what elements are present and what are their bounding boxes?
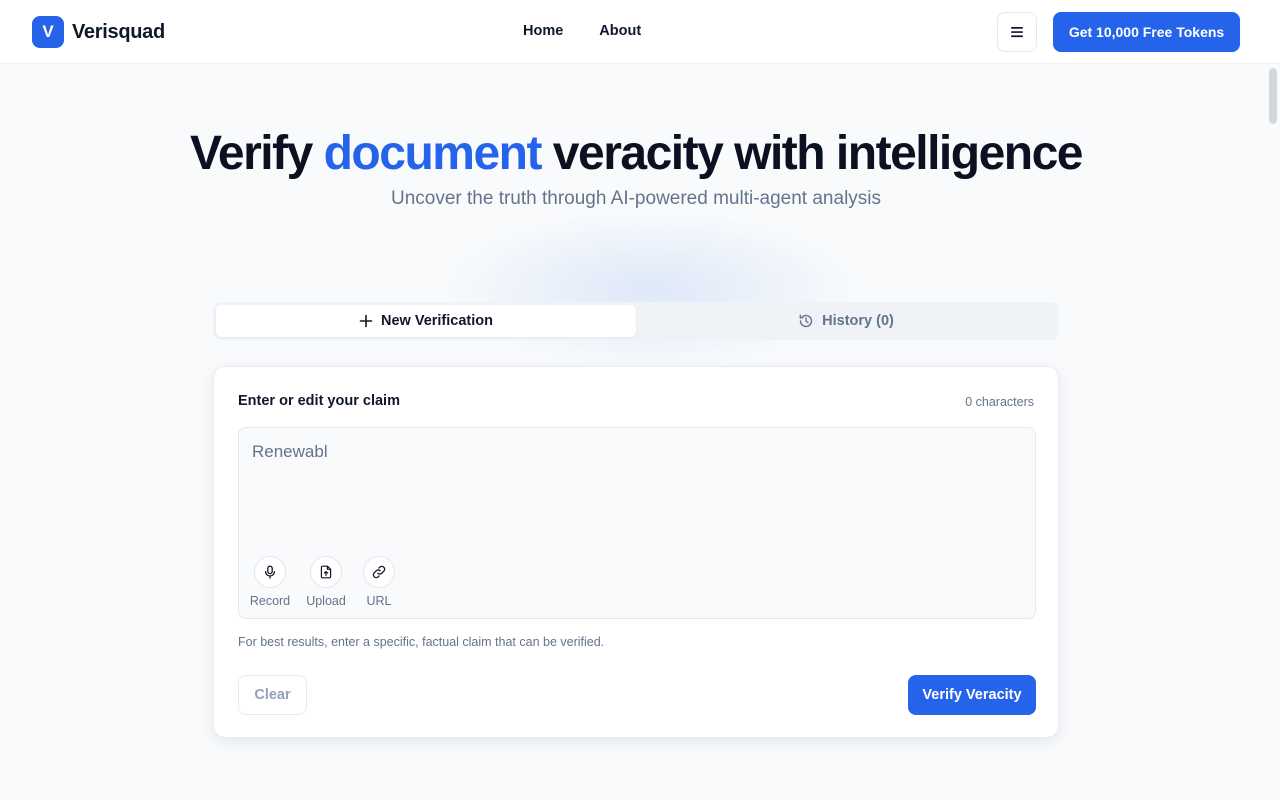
upload-label: Upload <box>306 594 346 608</box>
claim-textarea[interactable]: Renewabl Record Upload URL <box>238 427 1036 619</box>
clear-button[interactable]: Clear <box>238 675 307 715</box>
tab-history[interactable]: History (0) <box>636 305 1056 337</box>
url-button-circle[interactable] <box>363 556 395 588</box>
verify-veracity-button[interactable]: Verify Veracity <box>908 675 1036 715</box>
tab-history-label: History (0) <box>822 313 894 329</box>
record-button-circle[interactable] <box>254 556 286 588</box>
brand-name: Verisquad <box>72 20 165 43</box>
record-button[interactable]: Record <box>243 556 297 608</box>
hero-glow <box>440 210 860 370</box>
hero-title-post: veracity with intelligence <box>552 127 1084 180</box>
tab-new-verification[interactable]: New Verification <box>216 305 636 337</box>
microphone-icon <box>264 565 276 579</box>
character-count: 0 characters <box>965 395 1034 409</box>
free-tokens-button[interactable]: Get 10,000 Free Tokens <box>1053 12 1240 52</box>
hamburger-menu-icon <box>1011 27 1023 38</box>
hint-text: For best results, enter a specific, fact… <box>238 635 605 649</box>
brand-logo[interactable]: V Verisquad <box>32 16 165 48</box>
record-label: Record <box>249 594 291 608</box>
url-button[interactable]: URL <box>352 556 406 608</box>
nav-link-about[interactable]: About <box>599 23 641 39</box>
link-icon <box>372 565 386 579</box>
main-nav: Home About <box>523 23 641 39</box>
menu-button[interactable] <box>997 12 1037 52</box>
logo-mark: V <box>32 16 64 48</box>
file-upload-icon <box>320 565 332 579</box>
url-label: URL <box>366 594 392 608</box>
claim-input-value: Renewabl <box>252 442 328 461</box>
upload-button-circle[interactable] <box>310 556 342 588</box>
upload-button[interactable]: Upload <box>299 556 353 608</box>
hero-title-pre: Verify <box>190 127 313 180</box>
claim-label: Enter or edit your claim <box>238 393 400 409</box>
hero-title: Verify document veracity with intelligen… <box>0 124 1272 184</box>
mode-tabs: New Verification History (0) <box>213 302 1059 340</box>
nav-link-home[interactable]: Home <box>523 23 563 39</box>
top-navbar: V Verisquad Home About Get 10,000 Free T… <box>0 0 1280 64</box>
claim-form-card: Enter or edit your claim 0 characters Re… <box>213 366 1059 738</box>
plus-icon <box>359 314 373 328</box>
history-icon <box>799 314 813 328</box>
hero-title-accent: document <box>323 127 543 180</box>
hero-subtitle: Uncover the truth through AI-powered mul… <box>390 188 882 209</box>
scrollbar-thumb[interactable] <box>1269 68 1277 124</box>
tab-new-verification-label: New Verification <box>380 313 493 329</box>
